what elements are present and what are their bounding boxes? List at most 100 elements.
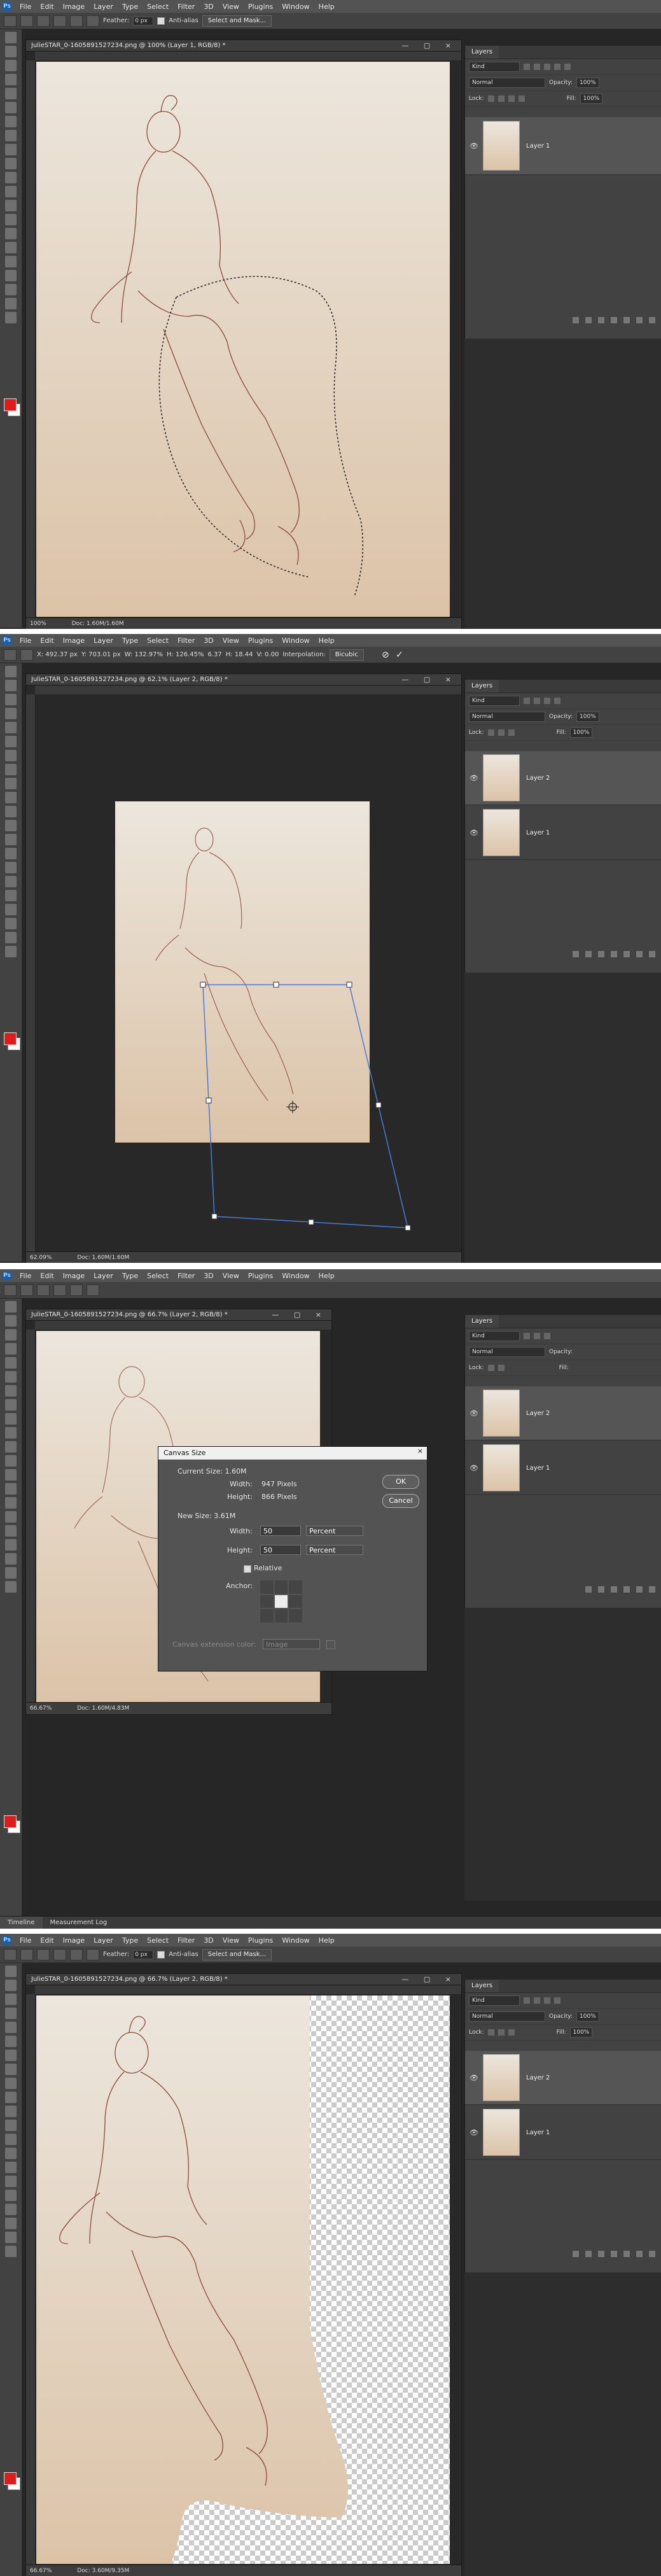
feather-input[interactable]: 0 px bbox=[133, 1950, 154, 1959]
history-brush-tool-icon[interactable] bbox=[5, 806, 17, 817]
clone-stamp-tool-icon[interactable] bbox=[5, 1427, 17, 1439]
history-brush-tool-icon[interactable] bbox=[5, 2106, 17, 2117]
new-group-icon[interactable] bbox=[623, 1586, 630, 1593]
reference-point-icon[interactable] bbox=[20, 649, 33, 661]
menu-help[interactable]: Help bbox=[314, 3, 339, 11]
layer-name[interactable]: Layer 1 bbox=[526, 1465, 550, 1472]
layer-style-icon[interactable] bbox=[585, 2251, 592, 2257]
rectangle-tool-icon[interactable] bbox=[5, 2218, 17, 2229]
intersect-selection-icon[interactable] bbox=[87, 1284, 99, 1296]
add-mask-icon[interactable] bbox=[598, 2251, 604, 2257]
lasso-tool-icon[interactable] bbox=[5, 1994, 17, 2005]
menu-select[interactable]: Select bbox=[143, 1936, 173, 1945]
close-icon[interactable]: × bbox=[417, 1447, 423, 1455]
y-field[interactable]: Y: 703.01 px bbox=[81, 651, 121, 658]
cancel-button[interactable]: Cancel bbox=[382, 1494, 419, 1508]
lasso-tool-preset-icon[interactable] bbox=[20, 1948, 33, 1960]
foreground-color-swatch[interactable] bbox=[4, 398, 17, 411]
h-skew-field[interactable]: H: 18.44 bbox=[226, 651, 253, 658]
layer-style-icon[interactable] bbox=[585, 317, 592, 323]
intersect-selection-icon[interactable] bbox=[87, 1948, 99, 1960]
menu-filter[interactable]: Filter bbox=[173, 637, 199, 645]
dodge-tool-icon[interactable] bbox=[5, 862, 17, 873]
opacity-input[interactable]: 100% bbox=[576, 78, 599, 88]
menu-image[interactable]: Image bbox=[59, 1936, 89, 1945]
relative-checkbox[interactable] bbox=[244, 1565, 251, 1573]
zoom-tool-icon[interactable] bbox=[5, 1581, 17, 1593]
blur-tool-icon[interactable] bbox=[5, 1483, 17, 1495]
anchor-cell[interactable] bbox=[274, 1580, 288, 1594]
document-tab[interactable]: JulieSTAR_0-1605891527234.png @ 66.7% (L… bbox=[26, 1974, 461, 1985]
filter-type-icon[interactable] bbox=[544, 1997, 550, 2004]
fill-input[interactable]: 100% bbox=[580, 94, 603, 104]
eraser-tool-icon[interactable] bbox=[5, 2120, 17, 2131]
filter-kind-select[interactable]: Kind bbox=[469, 62, 520, 72]
menu-window[interactable]: Window bbox=[277, 637, 314, 645]
quick-select-tool-icon[interactable] bbox=[5, 74, 17, 85]
type-tool-icon[interactable] bbox=[5, 1525, 17, 1537]
type-tool-icon[interactable] bbox=[5, 256, 17, 267]
lasso-tool-preset-icon[interactable] bbox=[20, 1284, 33, 1296]
menu-type[interactable]: Type bbox=[118, 3, 143, 11]
clone-stamp-tool-icon[interactable] bbox=[5, 792, 17, 803]
menu-select[interactable]: Select bbox=[143, 1272, 173, 1280]
lock-pixels-icon[interactable] bbox=[487, 729, 494, 736]
fill-input[interactable]: 100% bbox=[569, 728, 593, 738]
menu-3d[interactable]: 3D bbox=[199, 1936, 218, 1945]
menu-plugins[interactable]: Plugins bbox=[244, 637, 277, 645]
feather-input[interactable]: 0 px bbox=[133, 16, 154, 25]
new-group-icon[interactable] bbox=[623, 951, 630, 957]
menu-window[interactable]: Window bbox=[277, 3, 314, 11]
pen-tool-icon[interactable] bbox=[5, 1511, 17, 1523]
layer-name[interactable]: Layer 2 bbox=[526, 775, 550, 782]
subtract-selection-icon[interactable] bbox=[70, 1948, 83, 1960]
visibility-eye-icon[interactable]: 👁 bbox=[465, 142, 483, 150]
window-controls[interactable]: — ▢ × bbox=[401, 40, 457, 52]
filter-adjust-icon[interactable] bbox=[534, 698, 540, 704]
link-layers-icon[interactable] bbox=[573, 2251, 579, 2257]
menu-view[interactable]: View bbox=[218, 1936, 244, 1945]
filter-kind-select[interactable]: Kind bbox=[469, 1995, 520, 2006]
delete-layer-icon[interactable] bbox=[649, 1586, 655, 1593]
blend-mode-select[interactable]: Normal bbox=[469, 1347, 545, 1357]
anchor-cell[interactable] bbox=[260, 1594, 274, 1608]
anchor-cell[interactable] bbox=[274, 1609, 288, 1622]
menu-window[interactable]: Window bbox=[277, 1272, 314, 1280]
layer-row[interactable]: 👁 Layer 1 bbox=[465, 2106, 661, 2160]
lock-all-icon[interactable] bbox=[508, 2029, 515, 2036]
menu-layer[interactable]: Layer bbox=[89, 1272, 118, 1280]
layer-row[interactable]: 👁 Layer 2 bbox=[465, 751, 661, 805]
path-select-tool-icon[interactable] bbox=[5, 2204, 17, 2215]
delete-layer-icon[interactable] bbox=[649, 951, 655, 957]
layers-tab[interactable]: Layers bbox=[465, 1315, 499, 1328]
eraser-tool-icon[interactable] bbox=[5, 186, 17, 197]
add-selection-icon[interactable] bbox=[53, 15, 66, 27]
visibility-eye-icon[interactable]: 👁 bbox=[465, 829, 483, 837]
path-select-tool-icon[interactable] bbox=[5, 904, 17, 915]
layer-name[interactable]: Layer 2 bbox=[526, 1410, 550, 1417]
marquee-tool-icon[interactable] bbox=[5, 46, 17, 57]
healing-tool-icon[interactable] bbox=[5, 1399, 17, 1411]
new-layer-icon[interactable] bbox=[636, 317, 643, 323]
menu-image[interactable]: Image bbox=[59, 1272, 89, 1280]
lock-position-icon[interactable] bbox=[497, 1365, 504, 1371]
menu-plugins[interactable]: Plugins bbox=[244, 3, 277, 11]
pen-tool-icon[interactable] bbox=[5, 242, 17, 253]
brush-tool-icon[interactable] bbox=[5, 144, 17, 155]
window-controls[interactable]: — ▢ × bbox=[401, 1974, 457, 1985]
layers-tab[interactable]: Layers bbox=[465, 46, 499, 59]
path-select-tool-icon[interactable] bbox=[5, 1539, 17, 1551]
visibility-eye-icon[interactable]: 👁 bbox=[465, 2074, 483, 2082]
frame-tool-icon[interactable] bbox=[5, 736, 17, 747]
menu-plugins[interactable]: Plugins bbox=[244, 1272, 277, 1280]
history-brush-tool-icon[interactable] bbox=[5, 172, 17, 183]
menu-filter[interactable]: Filter bbox=[173, 1272, 199, 1280]
menu-layer[interactable]: Layer bbox=[89, 3, 118, 11]
antialias-checkbox[interactable] bbox=[157, 17, 165, 25]
anchor-cell[interactable] bbox=[289, 1594, 302, 1608]
adjustment-layer-icon[interactable] bbox=[611, 951, 617, 957]
lock-pixels-icon[interactable] bbox=[487, 95, 494, 102]
crop-tool-icon[interactable] bbox=[5, 1357, 17, 1369]
eyedropper-tool-icon[interactable] bbox=[5, 750, 17, 761]
filter-type-icon[interactable] bbox=[544, 64, 550, 70]
